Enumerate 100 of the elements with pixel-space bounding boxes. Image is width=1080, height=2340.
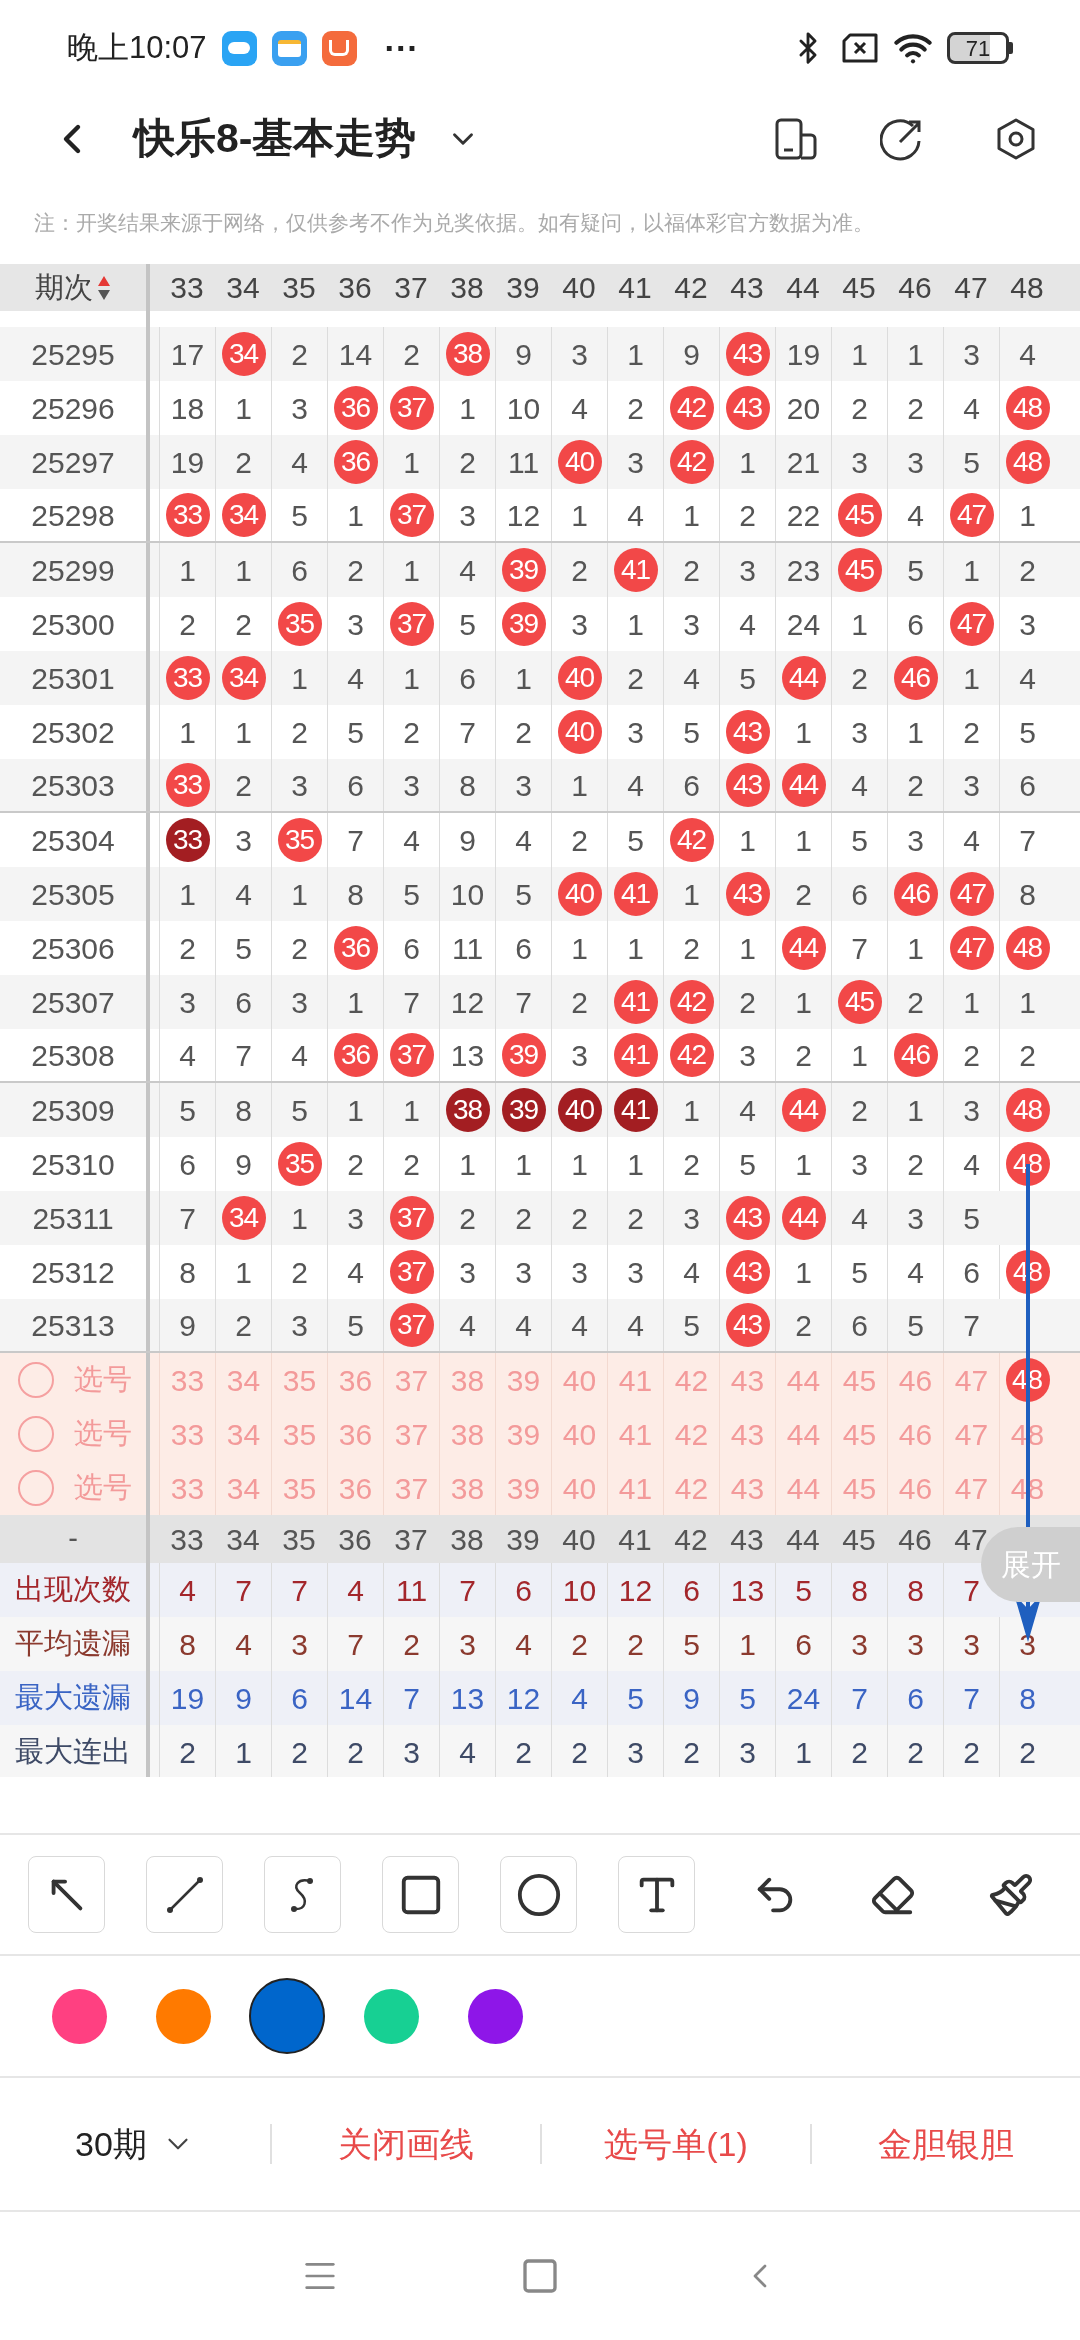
pick-number[interactable]: 45 [842, 1357, 877, 1403]
pick-number[interactable]: 43 [730, 1465, 765, 1511]
period-selector[interactable]: 30期 [0, 2118, 270, 2170]
pick-checkbox[interactable] [18, 1470, 54, 1506]
miss-count: 4 [347, 1254, 364, 1291]
pick-number[interactable]: 41 [618, 1411, 653, 1457]
miss-count: 1 [907, 1092, 924, 1129]
line-tool-icon[interactable] [146, 1856, 223, 1933]
curve-tool-icon[interactable] [264, 1856, 341, 1933]
miss-count: 18 [170, 390, 205, 427]
action-link[interactable]: 关闭画线 [338, 2118, 474, 2170]
row-label: - [68, 1521, 78, 1557]
stat-value: 3 [291, 1626, 308, 1663]
miss-count: 5 [739, 1146, 756, 1183]
stat-value: 8 [851, 1572, 868, 1609]
pick-number[interactable]: 44 [786, 1357, 821, 1403]
stat-value: 7 [291, 1572, 308, 1609]
pick-number[interactable]: 44 [786, 1411, 821, 1457]
pick-checkbox[interactable] [18, 1416, 54, 1452]
action-link[interactable]: 选号单(1) [604, 2118, 748, 2170]
pick-number[interactable]: 38 [450, 1411, 485, 1457]
pick-number[interactable]: 43 [730, 1411, 765, 1457]
pick-number[interactable]: 43 [730, 1357, 765, 1403]
pick-number[interactable]: 46 [898, 1465, 933, 1511]
stat-value: 4 [235, 1626, 252, 1663]
pick-number[interactable]: 36 [338, 1411, 373, 1457]
pick-number[interactable]: 35 [282, 1357, 317, 1403]
column-number: 42 [674, 1521, 708, 1558]
miss-count: 3 [739, 552, 756, 589]
action-link[interactable]: 金胆银胆 [878, 2118, 1014, 2170]
stat-value: 19 [170, 1680, 205, 1717]
miss-count: 4 [963, 822, 980, 859]
pick-number[interactable]: 37 [394, 1411, 429, 1457]
miss-count: 1 [1019, 497, 1036, 534]
stat-value: 6 [515, 1572, 532, 1609]
pick-number[interactable]: 39 [506, 1411, 541, 1457]
pick-number[interactable]: 35 [282, 1411, 317, 1457]
stat-value: 7 [851, 1680, 868, 1717]
pick-number[interactable]: 41 [618, 1465, 653, 1511]
pick-number[interactable]: 33 [170, 1465, 205, 1511]
pick-number[interactable]: 45 [842, 1465, 877, 1511]
rectangle-tool-icon[interactable] [382, 1856, 459, 1933]
pick-number[interactable]: 44 [786, 1465, 821, 1511]
miss-count: 1 [683, 1092, 700, 1129]
stat-value: 2 [179, 1734, 196, 1771]
pick-number[interactable]: 37 [394, 1465, 429, 1511]
miss-count: 1 [907, 714, 924, 751]
text-tool-icon[interactable] [618, 1856, 695, 1933]
column-header: 34 [226, 270, 260, 306]
pick-number[interactable]: 39 [506, 1357, 541, 1403]
stat-value: 7 [403, 1680, 420, 1717]
pick-number[interactable]: 42 [674, 1411, 709, 1457]
pick-number[interactable]: 33 [170, 1357, 205, 1403]
pick-number[interactable]: 37 [394, 1357, 429, 1403]
miss-count: 13 [450, 1037, 485, 1074]
miss-count: 5 [963, 444, 980, 481]
device-layout-icon[interactable] [774, 117, 818, 161]
miss-count: 4 [963, 390, 980, 427]
pick-number[interactable]: 34 [226, 1411, 261, 1457]
pick-number[interactable]: 39 [506, 1465, 541, 1511]
pick-number[interactable]: 35 [282, 1465, 317, 1511]
pick-checkbox[interactable] [18, 1362, 54, 1398]
pick-number[interactable]: 36 [338, 1357, 373, 1403]
pick-number[interactable]: 41 [618, 1357, 653, 1403]
share-icon[interactable] [880, 117, 924, 161]
pick-number[interactable]: 38 [450, 1357, 485, 1403]
miss-count: 2 [403, 714, 420, 751]
miss-count: 3 [291, 984, 308, 1021]
pick-number[interactable]: 45 [842, 1411, 877, 1457]
arrow-tool-icon[interactable] [28, 1856, 105, 1933]
pick-number[interactable]: 33 [170, 1411, 205, 1457]
miss-count: 6 [347, 767, 364, 804]
pick-number[interactable]: 36 [338, 1465, 373, 1511]
stat-value: 2 [515, 1734, 532, 1771]
pick-number[interactable]: 40 [562, 1411, 597, 1457]
pick-number[interactable]: 47 [954, 1411, 989, 1457]
pick-number[interactable]: 40 [562, 1465, 597, 1511]
pick-number[interactable]: 40 [562, 1357, 597, 1403]
pick-number[interactable]: 46 [898, 1357, 933, 1403]
circle-tool-icon[interactable] [500, 1856, 577, 1933]
pick-number[interactable]: 42 [674, 1357, 709, 1403]
pick-number[interactable]: 46 [898, 1411, 933, 1457]
miss-count: 1 [1019, 984, 1036, 1021]
home-icon[interactable] [520, 2256, 560, 2296]
pick-number[interactable]: 47 [954, 1357, 989, 1403]
pick-number[interactable]: 34 [226, 1465, 261, 1511]
miss-count: 2 [235, 767, 252, 804]
miss-count: 1 [347, 1092, 364, 1129]
miss-count: 2 [627, 390, 644, 427]
miss-count: 2 [683, 930, 700, 967]
miss-count: 9 [235, 1146, 252, 1183]
stat-value: 6 [795, 1626, 812, 1663]
miss-count: 3 [459, 1254, 476, 1291]
pick-number[interactable]: 34 [226, 1357, 261, 1403]
stat-value: 2 [907, 1734, 924, 1771]
miss-count: 2 [235, 1307, 252, 1344]
pick-number[interactable]: 38 [450, 1465, 485, 1511]
pick-number[interactable]: 47 [954, 1465, 989, 1511]
stat-value: 4 [571, 1680, 588, 1717]
pick-number[interactable]: 42 [674, 1465, 709, 1511]
